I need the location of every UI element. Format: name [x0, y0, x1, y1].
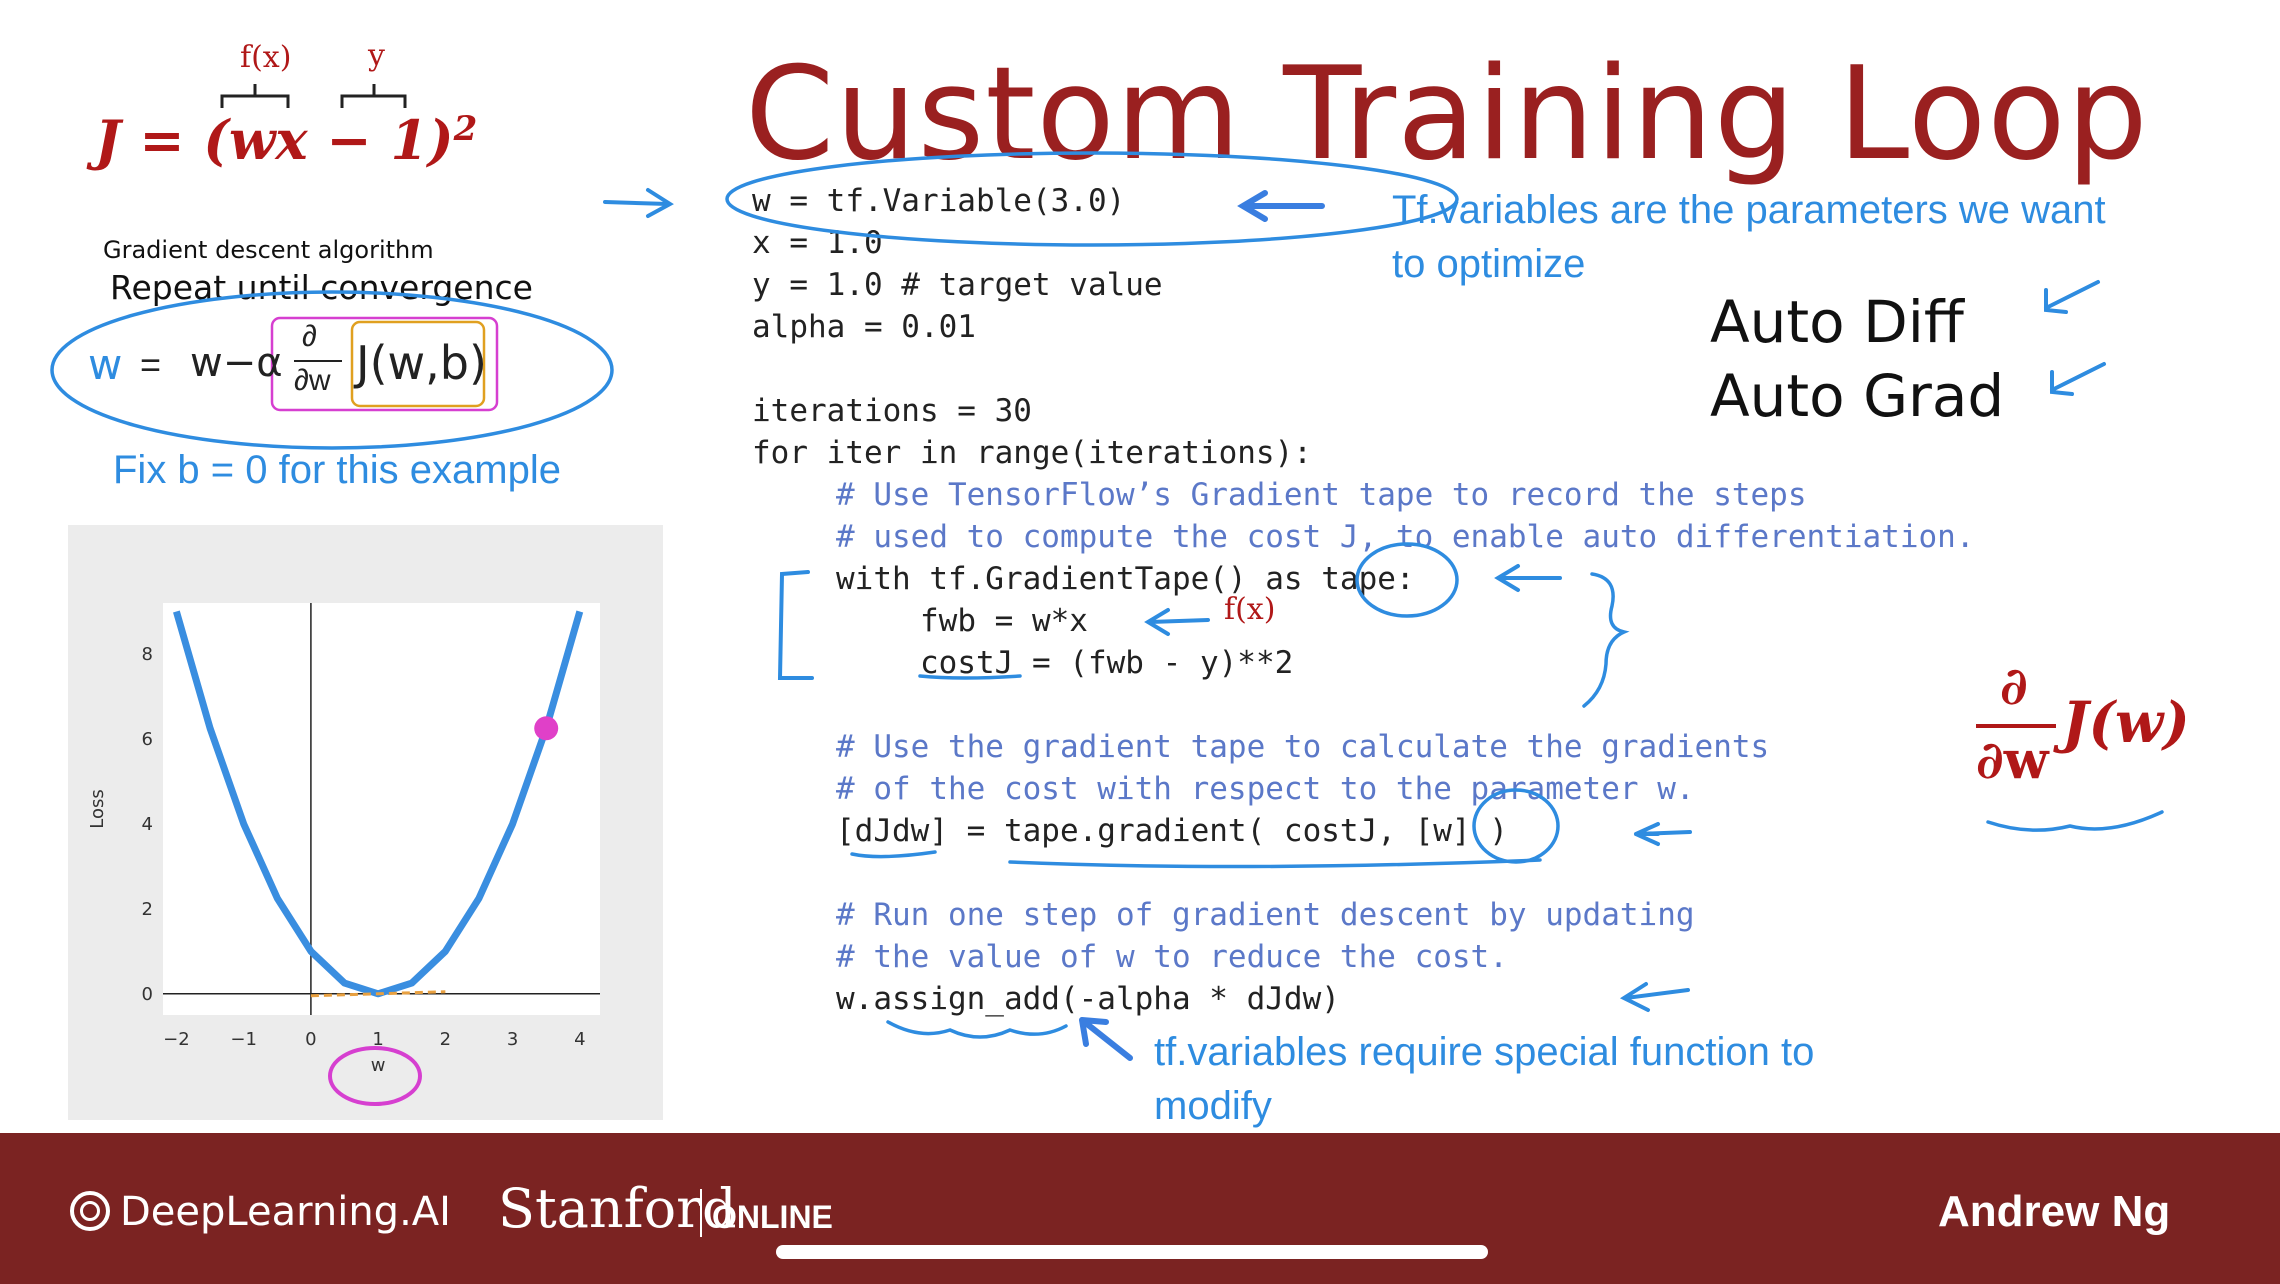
footer-brand: DeepLearning.AI: [120, 1189, 451, 1235]
tf-variables-note-1: Tf.variables are the parameters we want: [1392, 188, 2106, 232]
auto-diff-note: Auto Diff: [1710, 288, 1964, 356]
dj-J: J(w): [2062, 690, 2190, 756]
special-function-note-1: tf.variables require special function to: [1154, 1030, 1815, 1074]
footer-presenter: Andrew Ng: [1938, 1187, 2171, 1236]
special-function-note-2: modify: [1154, 1084, 1272, 1128]
deeplearning-logo-icon: [70, 1191, 110, 1231]
footer-bar: DeepLearning.AI Stanford ONLINE Andrew N…: [0, 1133, 2280, 1284]
fx-annotation: f(x): [1224, 592, 1276, 627]
tf-variables-note-2: to optimize: [1392, 242, 1586, 286]
auto-grad-note: Auto Grad: [1710, 362, 2005, 430]
dj-num: ∂: [2000, 656, 2028, 717]
dj-bar: [1976, 724, 2056, 728]
home-indicator[interactable]: [776, 1245, 1488, 1259]
footer-online: ONLINE: [712, 1199, 833, 1235]
code-annotations: [603, 151, 2164, 1061]
dj-den: ∂w: [1976, 730, 2049, 791]
footer-divider: [700, 1189, 702, 1237]
